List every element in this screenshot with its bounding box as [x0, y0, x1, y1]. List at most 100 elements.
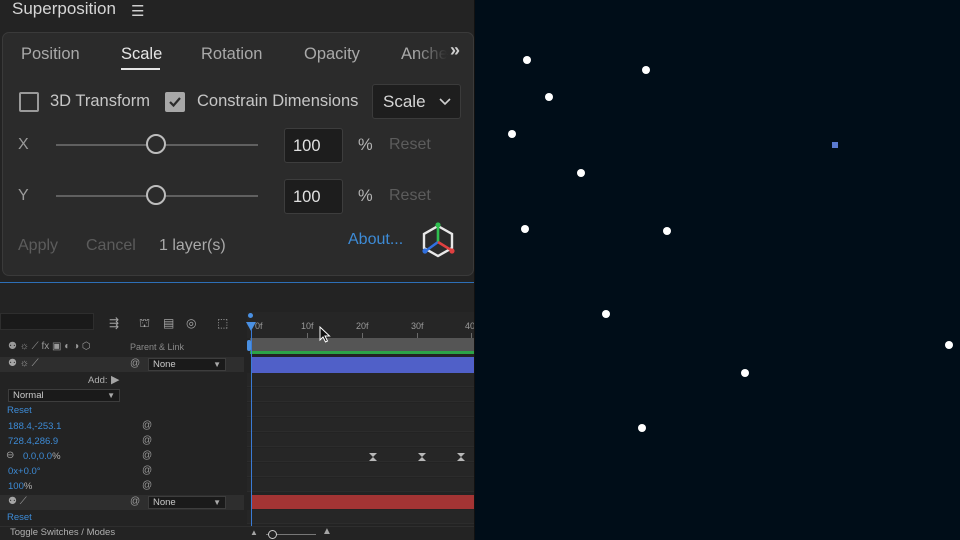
particle	[521, 225, 529, 233]
zoom-slider-knob[interactable]	[268, 530, 277, 539]
panel-body	[2, 32, 474, 276]
tab-position[interactable]: Position	[21, 45, 80, 64]
anchor-point-value[interactable]: 188.4,-253.1	[8, 421, 61, 432]
chevron-down-icon: ▼	[213, 498, 221, 507]
tabs-overflow-icon[interactable]: »	[450, 40, 460, 61]
timeline-lane	[247, 373, 474, 387]
draft-3d-icon[interactable]: ⛫	[139, 316, 150, 332]
parent-link-header: Parent & Link	[130, 342, 185, 352]
frame-blend-icon[interactable]: ▤	[163, 316, 174, 330]
x-reset-button[interactable]: Reset	[389, 136, 431, 154]
tab-rotation[interactable]: Rotation	[201, 45, 262, 64]
timeline-lane	[247, 463, 474, 477]
cursor-icon	[319, 326, 331, 343]
keyframe-icon[interactable]	[457, 453, 465, 461]
panel-title: Superposition	[12, 0, 116, 18]
superposition-panel: Superposition ☰ Position Scale Rotation …	[0, 0, 474, 282]
layer-switches-icon[interactable]: ⚉ ⟋	[8, 496, 27, 507]
graph-icon[interactable]: ⇶	[109, 316, 119, 330]
tab-opacity[interactable]: Opacity	[304, 45, 360, 64]
playhead-marker[interactable]	[248, 313, 253, 318]
particle	[545, 93, 553, 101]
y-unit: %	[358, 187, 373, 205]
panel-focus-line	[0, 282, 474, 283]
playhead-line	[251, 330, 252, 540]
expression-pickwhip-icon[interactable]: @	[142, 450, 152, 461]
position-value[interactable]: 728.4,286.9	[8, 436, 58, 447]
particle	[523, 56, 531, 64]
x-slider-knob[interactable]	[146, 134, 166, 154]
particle	[602, 310, 610, 318]
layer-count: 1 layer(s)	[159, 237, 226, 254]
rotation-value[interactable]: 0x+0.0°	[8, 466, 41, 477]
x-value-input[interactable]: 100	[284, 128, 343, 163]
zoom-in-icon[interactable]: ▲	[322, 526, 332, 537]
blend-mode-value: Normal	[13, 390, 44, 401]
constrain-link-icon[interactable]: ⊖	[6, 450, 14, 461]
parent-select-value: None	[153, 497, 176, 508]
particle	[663, 227, 671, 235]
expression-pickwhip-icon[interactable]: @	[142, 420, 152, 431]
y-reset-button[interactable]: Reset	[389, 187, 431, 205]
y-value-input[interactable]: 100	[284, 179, 343, 214]
about-link[interactable]: About...	[348, 231, 403, 249]
active-tab-indicator	[121, 68, 160, 70]
chevron-down-icon: ▼	[107, 391, 115, 400]
scale-value[interactable]: 0.0,0.0%	[23, 451, 61, 462]
toggle-switches-modes-button[interactable]: Toggle Switches / Modes	[10, 527, 115, 538]
switch-header-icons: ⚉ ☼ ⟋ fx ▣ ◐ ◑ ⬡	[8, 341, 91, 352]
transform-3d-checkbox[interactable]	[19, 92, 39, 112]
tab-fade	[415, 40, 447, 68]
chevron-down-icon: ▼	[213, 360, 221, 369]
ruler-label: 10f	[301, 321, 314, 331]
expression-pickwhip-icon[interactable]: @	[142, 435, 152, 446]
layer-switches-icon[interactable]: ⚉ ☼ ⟋	[8, 358, 39, 369]
ruler-label: 30f	[411, 321, 424, 331]
expression-pickwhip-icon[interactable]: @	[142, 465, 152, 476]
ruler-label: 20f	[356, 321, 369, 331]
transform-3d-label: 3D Transform	[50, 92, 150, 110]
motion-blur-icon[interactable]: ◎	[186, 316, 196, 330]
cancel-button[interactable]: Cancel	[86, 237, 136, 255]
timeline-lane	[247, 388, 474, 402]
expression-pickwhip-icon[interactable]: @	[142, 480, 152, 491]
opacity-value[interactable]: 100%	[8, 481, 32, 492]
parent-select[interactable]: None ▼	[148, 358, 226, 371]
keyframe-icon[interactable]	[418, 453, 426, 461]
timeline-lane	[247, 510, 474, 524]
constrain-dimensions-label: Constrain Dimensions	[197, 92, 359, 110]
blend-mode-select[interactable]: Normal ▼	[8, 389, 120, 402]
layer-2-duration-bar[interactable]	[252, 495, 474, 509]
composition-viewer[interactable]	[474, 0, 960, 540]
parent-select-value: None	[153, 359, 176, 370]
graph-editor-icon[interactable]: ⬚	[217, 316, 228, 330]
layer-1-duration-bar[interactable]	[252, 357, 474, 373]
constrain-dimensions-checkbox[interactable]	[165, 92, 185, 112]
zoom-out-icon[interactable]: ▲	[250, 528, 258, 537]
parent-select[interactable]: None ▼	[148, 496, 226, 509]
work-area-bar[interactable]	[250, 338, 474, 351]
particle	[945, 341, 953, 349]
render-cache-bar	[250, 351, 474, 354]
timeline-lane	[247, 448, 474, 462]
apply-button[interactable]: Apply	[18, 237, 58, 255]
checkmark-icon	[169, 97, 181, 108]
tab-scale[interactable]: Scale	[121, 45, 162, 64]
particle	[577, 169, 585, 177]
y-slider-knob[interactable]	[146, 185, 166, 205]
transform-reset-link[interactable]: Reset	[7, 512, 32, 523]
keyframe-icon[interactable]	[369, 453, 377, 461]
transform-reset-link[interactable]: Reset	[7, 405, 32, 416]
particle	[741, 369, 749, 377]
panel-menu-icon[interactable]: ☰	[131, 2, 144, 20]
layer-anchor-handle[interactable]	[832, 142, 838, 148]
mode-select-value: Scale	[383, 92, 426, 111]
pickwhip-icon[interactable]: @	[130, 496, 140, 507]
mode-select[interactable]: Scale	[372, 84, 461, 119]
superposition-logo-icon[interactable]	[419, 220, 457, 258]
pickwhip-icon[interactable]: @	[130, 358, 140, 369]
add-property-icon[interactable]: ▶	[111, 373, 119, 386]
x-unit: %	[358, 136, 373, 154]
timeline-search-input[interactable]	[0, 313, 94, 330]
particle	[642, 66, 650, 74]
